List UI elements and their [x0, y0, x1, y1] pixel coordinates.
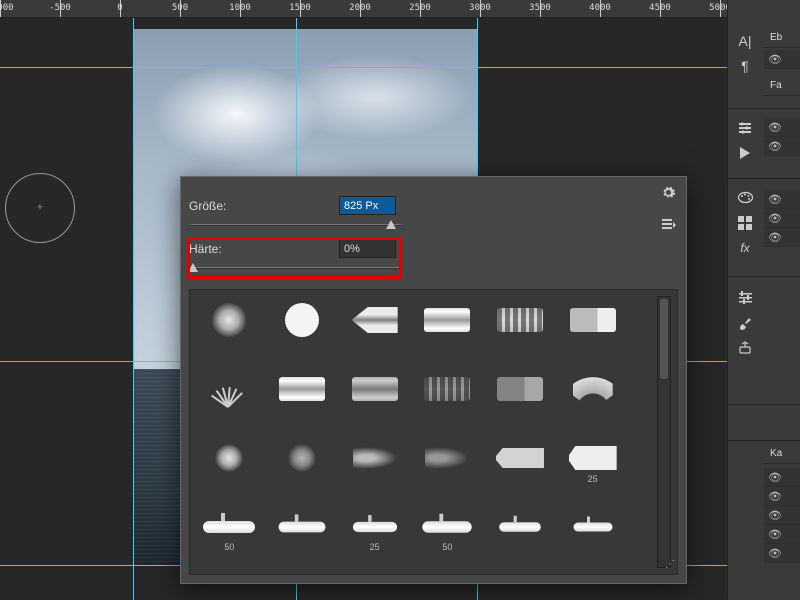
brush-preset[interactable]: 50 [196, 503, 263, 565]
brush-preset[interactable] [196, 434, 263, 496]
ruler-tick-label: 1500 [289, 3, 311, 13]
brush-preset[interactable] [487, 296, 554, 358]
visibility-toggle[interactable]: 👁 [764, 209, 800, 228]
visibility-toggle[interactable]: 👁 [764, 118, 800, 137]
icon-strip: A| ¶ [730, 28, 760, 103]
brush-preset[interactable] [487, 365, 554, 427]
ruler-tick-label: 2000 [349, 3, 371, 13]
brush-preset[interactable]: 50 [414, 503, 481, 565]
ruler-tick-label: 4500 [649, 3, 671, 13]
visibility-toggle[interactable]: 👁 [764, 137, 800, 156]
dock-tabs: Eb [764, 28, 800, 48]
brush-preset[interactable] [196, 296, 263, 358]
right-dock: Eb 👁 Fa A| ¶ 👁 👁 fx 👁 👁 👁 [727, 0, 800, 600]
ruler-tick-label: 1000 [229, 3, 251, 13]
adjust-icon[interactable] [730, 285, 760, 310]
brush-cursor [5, 173, 75, 243]
clone-source-icon[interactable] [730, 335, 760, 360]
brush-grid-scrollbar[interactable] [657, 296, 671, 568]
brush-preset[interactable] [269, 296, 336, 358]
hardness-label: Härte: [189, 242, 339, 256]
visibility-toggle[interactable]: 👁 [764, 487, 800, 506]
ruler-horizontal[interactable]: -1500 -1000 -500 0 500 1000 1500 2000 25… [0, 0, 727, 18]
brush-preset[interactable] [487, 434, 554, 496]
play-icon[interactable] [730, 140, 760, 165]
brush-preset[interactable] [414, 365, 481, 427]
brush-preset[interactable] [414, 434, 481, 496]
size-input[interactable]: 825 Px [339, 196, 396, 215]
hardness-slider-thumb[interactable] [188, 263, 198, 272]
size-slider-thumb[interactable] [386, 220, 396, 229]
brush-preset[interactable] [269, 434, 336, 496]
brush-preset[interactable]: 25 [559, 434, 626, 496]
ruler-tick-label: -1000 [0, 3, 14, 13]
visibility-toggle[interactable]: 👁 [764, 525, 800, 544]
size-label: Größe: [189, 199, 339, 213]
visibility-toggle[interactable]: 👁 [764, 50, 800, 69]
brush-grid[interactable]: 25 50 25 50 [196, 296, 626, 568]
ruler-tick-label: 5000 [709, 3, 727, 13]
brush-preset[interactable] [414, 296, 481, 358]
hardness-slider[interactable] [191, 261, 401, 275]
brush-preset[interactable] [341, 296, 408, 358]
ruler-tick-label: 4000 [589, 3, 611, 13]
hardness-input[interactable]: 0% [339, 239, 396, 258]
ruler-tick-label: 3500 [529, 3, 551, 13]
ruler-tick-label: 3000 [469, 3, 491, 13]
ruler-tick-label: -500 [49, 3, 71, 13]
panel-tab[interactable]: Eb [764, 28, 800, 48]
guide-horizontal[interactable] [0, 67, 727, 68]
options-icon[interactable] [730, 115, 760, 140]
ruler-tick-label: 2500 [409, 3, 431, 13]
brush-preset[interactable] [341, 434, 408, 496]
swatches-icon[interactable] [730, 185, 760, 210]
brush-presets-icon[interactable] [730, 310, 760, 335]
guide-vertical[interactable] [133, 18, 134, 600]
brush-preset[interactable] [269, 503, 336, 565]
brush-preset[interactable] [559, 503, 626, 565]
panel-resize-handle[interactable]: ⋰ [665, 559, 673, 570]
dock-tabs: Fa [764, 76, 800, 96]
brush-preset[interactable] [341, 365, 408, 427]
brush-preset[interactable] [559, 365, 626, 427]
fx-icon[interactable]: fx [730, 235, 760, 260]
brush-preset[interactable]: 25 [341, 503, 408, 565]
styles-icon[interactable] [730, 210, 760, 235]
ruler-tick-label: 0 [117, 3, 122, 13]
ruler-tick-label: 500 [172, 3, 188, 13]
panel-tab[interactable]: Ka [764, 444, 800, 464]
panel-tab[interactable]: Fa [764, 76, 800, 96]
brush-grid-container: 25 50 25 50 ⋰ [189, 289, 678, 575]
visibility-toggle[interactable]: 👁 [764, 190, 800, 209]
brush-preset[interactable] [487, 503, 554, 565]
visibility-toggle[interactable]: 👁 [764, 228, 800, 247]
size-slider[interactable] [191, 218, 401, 232]
visibility-toggle[interactable]: 👁 [764, 468, 800, 487]
brush-preset[interactable] [559, 296, 626, 358]
paragraph-icon[interactable]: ¶ [730, 53, 760, 78]
brush-preset[interactable] [196, 365, 263, 427]
visibility-toggle[interactable]: 👁 [764, 506, 800, 525]
brush-preset[interactable] [269, 365, 336, 427]
text-icon[interactable]: A| [730, 28, 760, 53]
scrollbar-thumb[interactable] [660, 299, 668, 379]
brush-preset-panel[interactable]: Größe: 825 Px Härte: 0% [180, 176, 687, 584]
visibility-toggle[interactable]: 👁 [764, 544, 800, 563]
